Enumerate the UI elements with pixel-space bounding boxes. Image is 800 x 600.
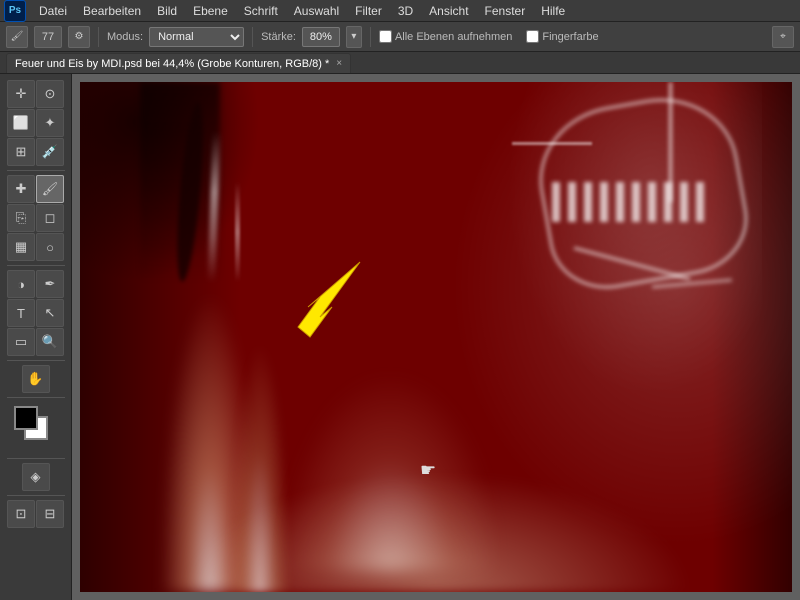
tool-shape[interactable]: ▭ <box>7 328 35 356</box>
tool-eyedropper[interactable]: 💉 <box>36 138 64 166</box>
tool-row-3: ⊞ 💉 <box>7 138 64 166</box>
alle-ebenen-wrap[interactable]: Alle Ebenen aufnehmen <box>379 30 512 43</box>
tool-dodge[interactable]: ◑ <box>7 270 35 298</box>
menu-filter[interactable]: Filter <box>348 2 389 20</box>
alle-ebenen-label: Alle Ebenen aufnehmen <box>395 31 512 43</box>
divider-1 <box>98 27 99 47</box>
menu-ebene[interactable]: Ebene <box>186 2 235 20</box>
divider-2 <box>252 27 253 47</box>
glow-line-2 <box>512 142 592 145</box>
tool-row-2: ⬜ ✦ <box>7 109 64 137</box>
fingerfarbe-checkbox[interactable] <box>526 30 539 43</box>
glow-teeth <box>552 182 712 222</box>
main-tab[interactable]: Feuer und Eis by MDI.psd bei 44,4% (Grob… <box>6 53 351 73</box>
tool-sep-6 <box>7 495 65 496</box>
modus-label: Modus: <box>107 31 143 43</box>
tool-sep-1 <box>7 170 65 171</box>
tab-close-button[interactable]: × <box>336 58 342 69</box>
modus-select[interactable]: Normal Multiplizieren Abwedeln <box>149 27 244 47</box>
menu-3d[interactable]: 3D <box>391 2 420 20</box>
tool-row-7: ◑ ✒ <box>7 270 64 298</box>
tool-healing[interactable]: ✚ <box>7 175 35 203</box>
tool-zoom[interactable]: 🔍 <box>36 328 64 356</box>
tool-marquee[interactable]: ⬜ <box>7 109 35 137</box>
tool-row-10: ✋ <box>22 365 50 393</box>
divider-3 <box>370 27 371 47</box>
color-picker-wrap[interactable] <box>14 406 58 450</box>
tool-row-5: ⎘ ◻ <box>7 204 64 232</box>
staerke-dropdown-icon[interactable]: ▾ <box>346 26 362 48</box>
alle-ebenen-checkbox[interactable] <box>379 30 392 43</box>
staerke-label: Stärke: <box>261 31 296 43</box>
tool-row-mode: ◈ <box>22 463 50 491</box>
tool-sep-3 <box>7 360 65 361</box>
wand-icon[interactable]: ⌖ <box>772 26 794 48</box>
ps-logo: Ps <box>4 0 26 22</box>
tab-bar: Feuer und Eis by MDI.psd bei 44,4% (Grob… <box>0 52 800 74</box>
menu-datei[interactable]: Datei <box>32 2 74 20</box>
tool-sep-4 <box>7 397 65 398</box>
menu-bearbeiten[interactable]: Bearbeiten <box>76 2 148 20</box>
tool-row-8: T ↖ <box>7 299 64 327</box>
menu-bar: Ps Datei Bearbeiten Bild Ebene Schrift A… <box>0 0 800 22</box>
staerke-input[interactable] <box>302 27 340 47</box>
tool-sep-2 <box>7 265 65 266</box>
tool-clone[interactable]: ⎘ <box>7 204 35 232</box>
tool-eraser[interactable]: ◻ <box>36 204 64 232</box>
tool-row-6: ▦ ○ <box>7 233 64 261</box>
tool-move[interactable]: ✛ <box>7 80 35 108</box>
menu-schrift[interactable]: Schrift <box>237 2 285 20</box>
tool-path[interactable]: ↖ <box>36 299 64 327</box>
tool-blur[interactable]: ○ <box>36 233 64 261</box>
tool-sep-5 <box>7 458 65 459</box>
tool-lasso[interactable]: ⊙ <box>36 80 64 108</box>
ps-canvas: ☛ <box>80 82 792 592</box>
menu-ansicht[interactable]: Ansicht <box>422 2 475 20</box>
tool-row-1: ✛ ⊙ <box>7 80 64 108</box>
tool-text[interactable]: T <box>7 299 35 327</box>
tool-gradient[interactable]: ▦ <box>7 233 35 261</box>
brush-tool-icon[interactable]: 🖌 <box>6 26 28 48</box>
fingerfarbe-label: Fingerfarbe <box>542 31 598 43</box>
tab-title: Feuer und Eis by MDI.psd bei 44,4% (Grob… <box>15 58 329 70</box>
tool-quickmask[interactable]: ◈ <box>22 463 50 491</box>
menu-bild[interactable]: Bild <box>150 2 184 20</box>
color-foreground[interactable] <box>14 406 38 430</box>
left-toolbar: ✛ ⊙ ⬜ ✦ ⊞ 💉 ✚ 🖌 ⎘ ◻ ▦ ○ ◑ <box>0 74 72 600</box>
tool-row-9: ▭ 🔍 <box>7 328 64 356</box>
fingerfarbe-wrap[interactable]: Fingerfarbe <box>526 30 598 43</box>
brush-options-icon[interactable]: ⚙ <box>68 26 90 48</box>
canvas-area[interactable]: ☛ <box>72 74 800 600</box>
main-area: ✛ ⊙ ⬜ ✦ ⊞ 💉 ✚ 🖌 ⎘ ◻ ▦ ○ ◑ <box>0 74 800 600</box>
menu-auswahl[interactable]: Auswahl <box>287 2 346 20</box>
tool-screen-mode-2[interactable]: ⊟ <box>36 500 64 528</box>
tool-row-screen: ⊡ ⊟ <box>7 500 64 528</box>
tool-brush[interactable]: 🖌 <box>36 175 64 203</box>
tool-hand[interactable]: ✋ <box>22 365 50 393</box>
streak-2 <box>235 182 240 282</box>
menu-fenster[interactable]: Fenster <box>478 2 533 20</box>
tool-magic-wand[interactable]: ✦ <box>36 109 64 137</box>
toolbar: 🖌 77 ⚙ Modus: Normal Multiplizieren Abwe… <box>0 22 800 52</box>
tool-pen[interactable]: ✒ <box>36 270 64 298</box>
tool-crop[interactable]: ⊞ <box>7 138 35 166</box>
menu-hilfe[interactable]: Hilfe <box>534 2 572 20</box>
tool-row-4: ✚ 🖌 <box>7 175 64 203</box>
brush-size-icon[interactable]: 77 <box>34 26 62 48</box>
tool-screen-mode[interactable]: ⊡ <box>7 500 35 528</box>
